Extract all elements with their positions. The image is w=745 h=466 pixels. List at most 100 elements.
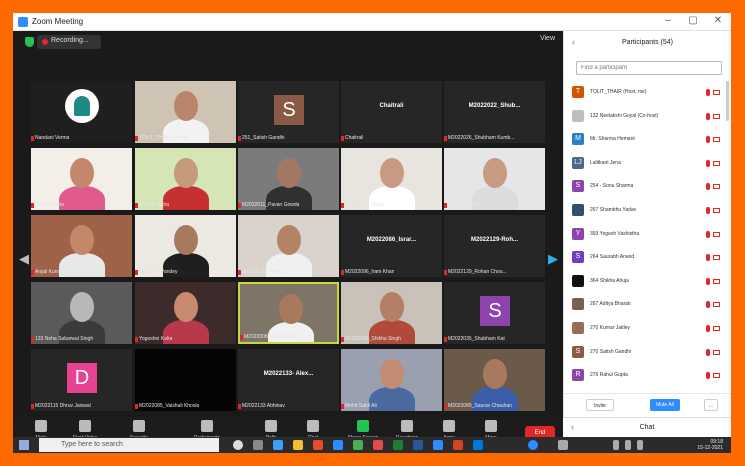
video-tile[interactable]: Srishti - Saha	[135, 148, 236, 210]
video-tile[interactable]: M2022028_Shikha Singh	[341, 282, 442, 344]
video-tile[interactable]: D M2022115 Dhruv Jaiswal	[31, 349, 132, 411]
excel-icon[interactable]	[393, 440, 403, 450]
participant-avatar	[572, 322, 584, 334]
video-tile[interactable]: 40_Shiv Kumari	[444, 148, 545, 210]
video-tile[interactable]: M2022011_Pavan Gowda	[238, 148, 339, 210]
muted-mic-icon[interactable]	[706, 112, 710, 120]
video-tile[interactable]: Vaishnav Pandey	[135, 215, 236, 277]
video-tile[interactable]: 133 Neha Sabarwal Singh	[31, 282, 132, 344]
video-tile[interactable]: M2022119_Disha	[341, 148, 442, 210]
participant-row[interactable]: 267 Shambhu Yadav	[572, 203, 722, 219]
video-tile[interactable]: Nandani Verma	[31, 81, 132, 143]
participant-name-label: M2022026_Shubham Kumb...	[448, 135, 515, 141]
participant-face	[70, 225, 94, 255]
word-icon[interactable]	[413, 440, 423, 450]
taskbar-search-box[interactable]: Type here to search	[39, 438, 219, 452]
recording-indicator[interactable]: Recording...	[37, 35, 101, 49]
participant-name-label: M2022115 Dhruv Jaiswal	[35, 403, 91, 409]
network-icon[interactable]	[613, 440, 619, 450]
mute-all-button[interactable]: Mute All	[650, 399, 680, 411]
participant-row[interactable]: S 254 - Sonu Sharma	[572, 179, 722, 195]
muted-mic-icon[interactable]	[706, 325, 710, 332]
mail-icon[interactable]	[473, 440, 483, 450]
participant-row[interactable]: S 264 Saurabh Anand	[572, 250, 722, 266]
participant-name: 132 Neelakshi Goyal (Co-host)	[590, 112, 659, 119]
participant-scrollbar[interactable]	[726, 81, 729, 121]
video-tile[interactable]: M2022128_Kumar	[238, 215, 339, 277]
task-view-icon[interactable]	[253, 440, 263, 450]
media-player-icon[interactable]	[373, 440, 383, 450]
participant-search-input[interactable]	[576, 61, 722, 75]
view-button[interactable]: View	[540, 35, 555, 42]
muted-mic-icon[interactable]	[706, 301, 710, 309]
chat-panel-header[interactable]: ‹ Chat	[563, 417, 731, 437]
powerpoint-icon[interactable]	[453, 440, 463, 450]
chrome-icon[interactable]	[353, 440, 363, 450]
participant-row[interactable]: S 270 Satish Gandhi	[572, 345, 722, 361]
video-tile[interactable]: M2022085_Vaishali Khosla	[135, 349, 236, 411]
participant-row[interactable]: M Mr. Sharma Hemant	[572, 132, 722, 148]
muted-mic-icon	[341, 337, 344, 342]
muted-mic-icon[interactable]	[706, 277, 710, 285]
windows-start-icon[interactable]	[19, 440, 29, 450]
muted-mic-icon[interactable]	[706, 207, 710, 214]
participant-row[interactable]: Y 393 Yogesh Vashistha	[572, 227, 722, 243]
muted-mic-icon[interactable]	[706, 230, 710, 238]
participant-row[interactable]: 267 Aditya Bharati	[572, 297, 722, 313]
participant-row[interactable]: R 276 Rahul Gupta	[572, 368, 722, 384]
video-tile[interactable]: M2022022_Shub... M2022026_Shubham Kumb...	[444, 81, 545, 143]
video-tile[interactable]: Yogeshni Kalra	[135, 282, 236, 344]
tray-weather-icon[interactable]	[558, 440, 568, 450]
participant-row[interactable]: T TOLIT_THAIR (Host, me)	[572, 85, 722, 101]
participant-row[interactable]: 364 Shikha Ahuja	[572, 274, 722, 290]
video-tile[interactable]: M2022129-Roh... M2022129_Rohan Chou...	[444, 215, 545, 277]
taskbar-search-placeholder: Type here to search	[61, 441, 123, 448]
store-icon[interactable]	[333, 440, 343, 450]
video-tile[interactable]: M2022133- Alex... M2022133 Abhinav	[238, 349, 339, 411]
muted-mic-icon[interactable]	[706, 183, 710, 191]
minimize-icon[interactable]: –	[661, 15, 675, 26]
muted-mic-icon[interactable]	[706, 89, 710, 96]
cortana-icon[interactable]	[233, 440, 243, 450]
participant-row[interactable]: 132 Neelakshi Goyal (Co-host)	[572, 109, 722, 125]
video-tile[interactable]: S M2022035_Shubham Kat	[444, 282, 545, 344]
taskbar-clock[interactable]: 09:18 15-12-2021	[697, 439, 723, 451]
volume-icon[interactable]	[625, 440, 631, 450]
muted-mic-icon[interactable]	[706, 348, 710, 356]
muted-mic-icon[interactable]	[706, 254, 710, 262]
video-tile[interactable]: TOLIT_THAIR (Guest)	[135, 81, 236, 143]
video-tile[interactable]: M2022089_Saurav Chauhan	[444, 349, 545, 411]
video-tile[interactable]: S 251_Satish Gandhi	[238, 81, 339, 143]
video-tile[interactable]: M2022086_Israr... M2022096_Iram Khan	[341, 215, 442, 277]
participant-row[interactable]: 270 Kumar Jaitley	[572, 321, 722, 337]
office-icon[interactable]	[313, 440, 323, 450]
file-explorer-icon[interactable]	[293, 440, 303, 450]
muted-mic-icon[interactable]	[706, 159, 710, 167]
video-tile[interactable]: Chaitrali Chaitrali	[341, 81, 442, 143]
muted-mic-icon	[135, 270, 138, 275]
video-tile[interactable]: M2022008_Vikas Yadav	[238, 282, 339, 344]
next-page-icon[interactable]: ▶	[548, 251, 558, 267]
more-options-button[interactable]: ...	[704, 399, 718, 411]
participant-name-label: 251_Satish Gandhi	[242, 135, 285, 141]
battery-icon[interactable]	[637, 440, 643, 450]
video-tile[interactable]: Anjali Kumari	[31, 215, 132, 277]
close-icon[interactable]: ✕	[711, 15, 725, 26]
edge-icon[interactable]	[273, 440, 283, 450]
participant-face	[277, 158, 301, 188]
participant-name-label: M2022008_Vikas Yadav	[244, 334, 298, 340]
invite-button[interactable]: Invite	[586, 399, 614, 411]
video-tile[interactable]: Mohd Sahil Ali	[341, 349, 442, 411]
zoom-taskbar-icon[interactable]	[433, 440, 443, 450]
maximize-icon[interactable]: ▢	[686, 15, 700, 26]
shield-icon[interactable]	[25, 37, 34, 47]
participant-row[interactable]: LJ Lalitkant Jena	[572, 156, 722, 172]
participant-name-label: Mohd Sahil Ali	[345, 403, 377, 409]
muted-mic-icon	[341, 404, 344, 409]
muted-mic-icon[interactable]	[706, 372, 710, 380]
prev-page-icon[interactable]: ◀	[19, 251, 29, 267]
help-icon[interactable]	[528, 440, 538, 450]
muted-mic-icon[interactable]	[706, 136, 710, 144]
gallery-grid: Nandani Verma TOLIT_THAIR (Guest) S 251_Sat…	[31, 81, 545, 416]
video-tile[interactable]: Kajal Chawla	[31, 148, 132, 210]
